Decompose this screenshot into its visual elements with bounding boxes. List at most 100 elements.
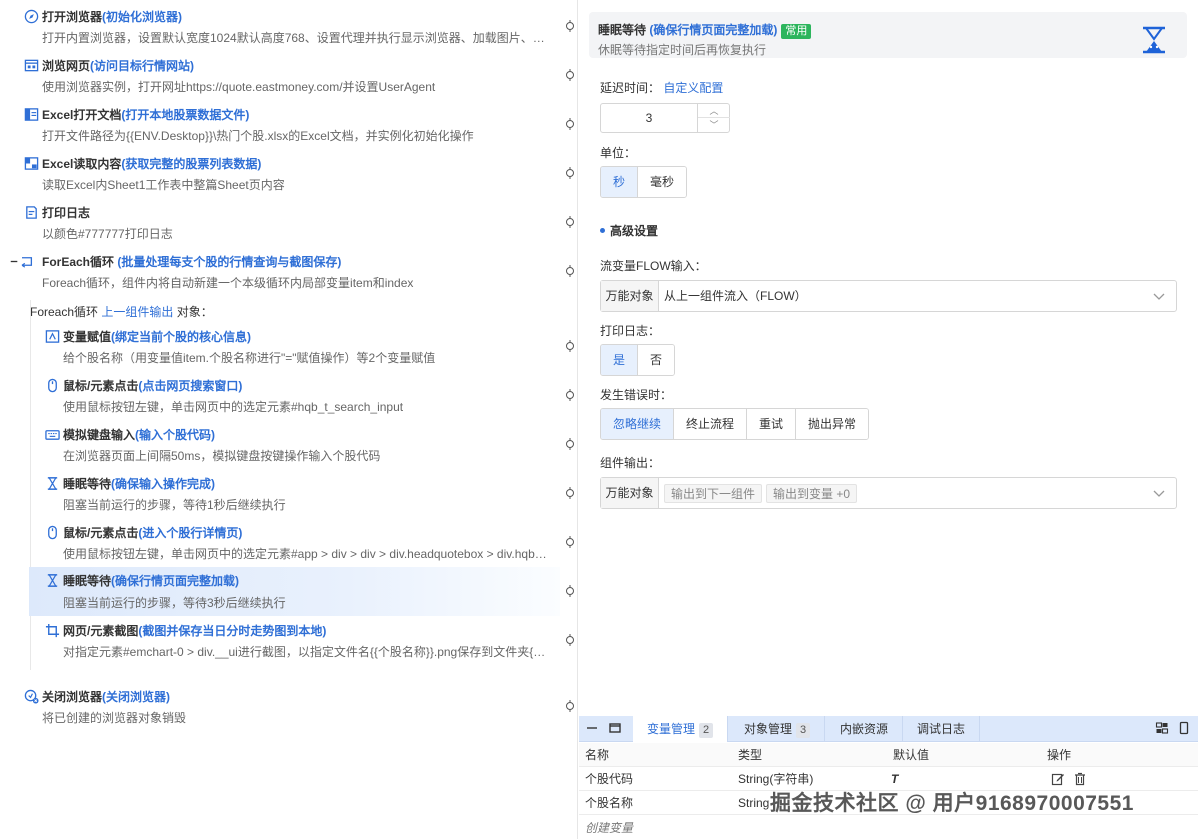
on-error-retry[interactable]: 重试 [746,409,796,439]
loop-collapse-icon[interactable] [8,254,36,269]
loop-source-label: Foreach循环 上一组件输出 对象： [30,303,213,320]
drag-handle-icon[interactable] [564,634,576,646]
hourglass-icon [47,574,58,587]
chevron-down-icon[interactable] [1152,289,1166,303]
step-name: Excel打开文档 [42,108,122,122]
component-header-card: 睡眠等待 (确保行情页面完整加载) 常用 休眠等待指定时间后再恢复执行 [589,12,1187,58]
keyboard-icon [45,430,60,440]
drag-handle-icon[interactable] [564,389,576,401]
tab-count: 3 [796,723,811,738]
drag-handle-icon[interactable] [564,118,576,130]
tab-objects[interactable]: 对象管理 3 [730,716,826,742]
config-panel: 睡眠等待 (确保行情页面完整加载) 常用 休眠等待指定时间后再恢复执行 延迟时间：… [579,0,1198,839]
close-browser-icon [24,689,39,704]
step-note: (确保行情页面完整加载) [111,574,240,588]
flow-step-screenshot[interactable]: 网页/元素截图(截图并保存当日分时走势图到本地) 对指定元素#emchart-0… [0,622,560,662]
drag-handle-icon[interactable] [564,20,576,32]
flow-input-prefix: 万能对象 [601,281,659,311]
step-desc: 对指定元素#emchart-0 > div.__ui进行截图，以指定文件名{{个… [63,645,547,659]
flow-step-variable-assign[interactable]: 变量赋值(绑定当前个股的核心信息) 给个股名称（用变量值item.个股名称进行"… [0,328,560,368]
on-error-stop[interactable]: 终止流程 [673,409,747,439]
minimize-icon[interactable] [585,721,599,735]
watermark: 掘金技术社区 @ 用户9168970007551 [770,792,1134,815]
step-note: (输入个股代码) [135,428,216,442]
step-name: 鼠标/元素点击 [63,526,139,540]
loop-source-link[interactable]: 上一组件输出 [101,305,173,319]
drag-handle-icon[interactable] [564,438,576,450]
flow-step-close-browser[interactable]: 关闭浏览器(关闭浏览器) 将已创建的浏览器对象销毁 [0,688,560,728]
step-name: 打开浏览器 [42,10,103,24]
delete-icon[interactable] [1073,772,1087,786]
output-prefix: 万能对象 [601,478,659,508]
step-note: (点击网页搜索窗口) [138,379,243,393]
drag-handle-icon[interactable] [564,585,576,597]
output-select[interactable]: 万能对象 输出到下一组件 输出到变量 +0 [600,477,1177,509]
create-variable-button[interactable]: 创建变量 [585,819,633,836]
chevron-up-icon[interactable]: ︿ [698,104,730,118]
chevron-down-icon[interactable]: ﹀ [698,118,730,132]
compass-icon [24,9,39,24]
chevron-down-icon[interactable] [1152,486,1166,500]
flow-step-sleep-1[interactable]: 睡眠等待(确保输入操作完成) 阻塞当前运行的步骤，等待1秒后继续执行 [0,475,560,515]
unit-option-milliseconds[interactable]: 毫秒 [637,167,687,197]
flow-step-mouse-click-1[interactable]: 鼠标/元素点击(点击网页搜索窗口) 使用鼠标按钮左键，单击网页中的选定元素#hq… [0,377,560,417]
drag-handle-icon[interactable] [564,340,576,352]
advanced-settings-heading: 高级设置 [600,222,658,239]
flow-step-open-browser[interactable]: 打开浏览器(初始化浏览器) 打开内置浏览器，设置默认宽度1024默认高度768、… [0,8,560,48]
step-note: (进入个股行详情页) [138,526,243,540]
flow-step-foreach[interactable]: ForEach循环 (批量处理每支个股的行情查询与截图保存) Foreach循环… [0,253,560,293]
step-name: 睡眠等待 [63,477,112,491]
tab-debug-log[interactable]: 调试日志 [903,716,981,742]
unit-label: 单位： [600,146,637,160]
tab-count: 2 [699,723,714,738]
step-name: 打印日志 [42,206,91,220]
output-tag-next[interactable]: 输出到下一组件 [664,484,763,504]
flow-step-browse-web[interactable]: 浏览网页(访问目标行情网站) 使用浏览器实例，打开网址https://quote… [0,57,560,97]
print-log-yes[interactable]: 是 [601,345,638,375]
custom-config-link[interactable]: 自定义配置 [663,81,723,95]
var-name: 个股名称 [585,796,634,810]
unit-option-seconds[interactable]: 秒 [601,167,638,197]
step-name: 网页/元素截图 [63,624,139,638]
on-error-ignore[interactable]: 忽略继续 [601,409,674,439]
tab-embedded-resources[interactable]: 内嵌资源 [826,716,904,742]
loop-label-prefix: Foreach循环 [30,305,99,319]
drag-handle-icon[interactable] [564,487,576,499]
log-icon [26,206,37,219]
on-error-throw[interactable]: 抛出异常 [795,409,869,439]
drag-handle-icon[interactable] [564,700,576,712]
drag-handle-icon[interactable] [564,536,576,548]
device-icon[interactable] [1177,721,1191,735]
flow-step-sleep-2-selected[interactable]: 睡眠等待(确保行情页面完整加载) 阻塞当前运行的步骤，等待3秒后继续执行 [29,567,560,616]
drag-handle-icon[interactable] [564,167,576,179]
drag-handle-icon[interactable] [564,69,576,81]
flow-step-mouse-click-2[interactable]: 鼠标/元素点击(进入个股行详情页) 使用鼠标按钮左键，单击网页中的选定元素#ap… [0,524,560,564]
step-note: (初始化浏览器) [102,10,183,24]
settings-grid-icon[interactable] [1155,721,1169,735]
output-tag-variable[interactable]: 输出到变量 +0 [766,484,858,504]
hourglass-icon [1143,26,1165,54]
print-log-no[interactable]: 否 [637,345,675,375]
flow-input-select[interactable]: 万能对象 从上一组件流入（FLOW） [600,280,1177,312]
step-desc: 给个股名称（用变量值item.个股名称进行"="赋值操作）等2个变量赋值 [63,351,436,365]
variable-table-header: 名称 类型 默认值 操作 [579,743,1198,767]
delay-label: 延迟时间： [600,81,661,95]
flow-step-print-log[interactable]: 打印日志 以颜色#777777打印日志 [0,204,560,244]
maximize-icon[interactable] [608,721,622,735]
drag-handle-icon[interactable] [564,265,576,277]
flow-step-excel-open[interactable]: Excel打开文档(打开本地股票数据文件) 打开文件路径为{{ENV.Deskt… [0,106,560,146]
delay-stepper[interactable]: 3 ︿ ﹀ [600,103,730,133]
step-name: 睡眠等待 [63,574,112,588]
tab-variables[interactable]: 变量管理 2 [633,716,729,742]
flow-step-keyboard-input[interactable]: 模拟键盘输入(输入个股代码) 在浏览器页面上间隔50ms，模拟键盘按键操作输入个… [0,426,560,466]
drag-handle-icon[interactable] [564,216,576,228]
step-note: (获取完整的股票列表数据) [121,157,262,171]
step-name: Excel读取内容 [42,157,122,171]
delay-value[interactable]: 3 [601,104,697,132]
step-desc: 阻塞当前运行的步骤，等待1秒后继续执行 [63,498,286,512]
component-subtitle: 休眠等待指定时间后再恢复执行 [598,43,767,57]
col-type: 类型 [738,748,763,762]
edit-icon[interactable] [1051,772,1065,786]
flow-step-excel-read[interactable]: Excel读取内容(获取完整的股票列表数据) 读取Excel内Sheet1工作表… [0,155,560,195]
print-log-segmented: 是 否 [600,344,676,376]
